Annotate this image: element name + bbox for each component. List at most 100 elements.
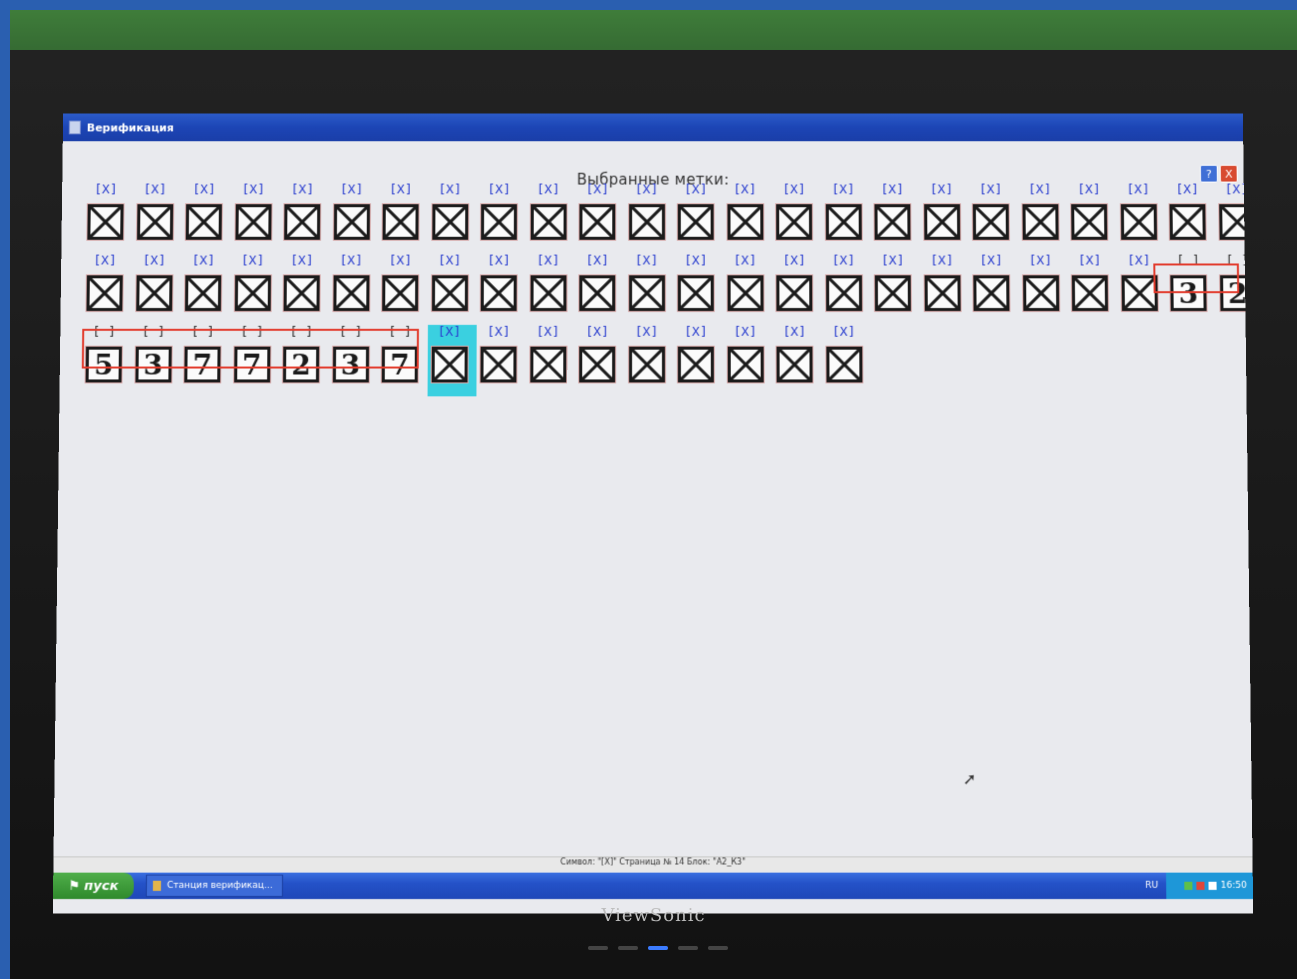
handwritten-digit-box: 7 [183, 345, 222, 384]
mark-tag: [X] [880, 182, 905, 198]
mark-cell[interactable]: [X] [723, 325, 772, 396]
monitor-power-button[interactable] [648, 946, 668, 950]
app-icon [68, 120, 81, 135]
mark-cell[interactable]: [X] [329, 183, 379, 254]
mark-cell[interactable]: [X] [772, 254, 821, 325]
handwritten-digit: 2 [291, 348, 311, 381]
mark-cell[interactable]: [ ] 7 [378, 325, 428, 396]
mark-cell[interactable]: [X] [822, 325, 872, 396]
mark-cell[interactable]: [X] [427, 254, 477, 325]
mark-cell[interactable]: [X] [1067, 183, 1117, 254]
mark-cell[interactable]: [X] [871, 254, 921, 325]
mark-cell[interactable]: [ ] 7 [180, 325, 230, 396]
mark-cell[interactable]: [ ] 2 [279, 325, 329, 396]
mark-cell[interactable]: [X] [280, 183, 330, 254]
crossed-checkbox-icon [86, 203, 125, 241]
mark-cell[interactable]: [X] [920, 254, 970, 325]
mark-cell[interactable]: [X] [625, 254, 674, 325]
handwritten-digit-box: 3 [133, 345, 173, 384]
mark-tag: [X] [143, 182, 167, 198]
mark-cell[interactable]: [X] [181, 254, 231, 325]
crossed-checkbox-icon [1070, 203, 1109, 241]
volume-icon[interactable] [1208, 881, 1217, 890]
mark-cell[interactable]: [X] [182, 183, 232, 254]
mark-cell[interactable]: [X] [1018, 183, 1068, 254]
mark-cell[interactable]: [ ] 3 [1166, 254, 1216, 325]
mark-cell[interactable]: [X] [231, 183, 281, 254]
mark-cell[interactable]: [X] [723, 183, 772, 254]
mark-cell[interactable]: [X] [575, 254, 624, 325]
monitor-button[interactable] [678, 946, 698, 950]
mark-cell[interactable]: [X] [280, 254, 330, 325]
mark-cell[interactable]: [X] [575, 183, 624, 254]
mark-cell[interactable]: [X] [674, 325, 723, 396]
mark-cell[interactable]: [X] [625, 183, 674, 254]
mark-cell[interactable]: [X] [625, 325, 674, 396]
mark-cell[interactable]: [X] [526, 254, 575, 325]
mark-tag: [X] [437, 253, 462, 269]
mark-cell[interactable]: [X] [674, 254, 723, 325]
mark-tag: [ ] [141, 324, 166, 340]
mark-tag: [X] [191, 253, 216, 269]
mark-cell[interactable]: [ ] 5 [81, 325, 131, 396]
language-indicator[interactable]: RU [1145, 881, 1158, 891]
mark-cell[interactable]: [X] [920, 183, 970, 254]
monitor-button[interactable] [618, 946, 638, 950]
mark-cell[interactable]: [X] [575, 325, 624, 396]
crossed-checkbox-icon [775, 345, 814, 384]
mark-cell[interactable]: [X] [132, 183, 182, 254]
mark-tag: [X] [733, 182, 757, 198]
crossed-checkbox-icon [331, 274, 370, 312]
window-titlebar[interactable]: Верификация [62, 113, 1244, 142]
mark-cell[interactable]: [X] [82, 254, 132, 325]
mark-cell[interactable]: [X] [1116, 183, 1166, 254]
crossed-checkbox-icon [824, 203, 863, 241]
handwritten-digit: 7 [241, 348, 262, 381]
mark-cell[interactable]: [X] [1018, 254, 1068, 325]
mark-cell-selected[interactable]: [X] [427, 324, 477, 397]
windows-logo-icon: ⚑ [68, 878, 81, 894]
mouse-cursor-icon: ➚ [962, 769, 977, 789]
crossed-checkbox-icon [381, 203, 420, 241]
mark-cell[interactable]: [X] [378, 254, 428, 325]
mark-cell[interactable]: [X] [822, 254, 872, 325]
crossed-checkbox-icon [479, 274, 518, 312]
mark-cell[interactable]: [X] [526, 325, 575, 396]
mark-cell[interactable]: [ ] 7 [230, 325, 280, 396]
mark-cell[interactable]: [X] [1068, 254, 1118, 325]
mark-cell[interactable]: [X] [230, 254, 280, 325]
mark-cell[interactable]: [X] [428, 183, 477, 254]
mark-cell[interactable]: [X] [477, 254, 526, 325]
security-icon[interactable] [1196, 881, 1205, 890]
mark-cell[interactable]: [X] [821, 183, 870, 254]
mark-cell[interactable]: [X] [969, 183, 1019, 254]
mark-cell[interactable]: [X] [329, 254, 379, 325]
mark-cell[interactable]: [X] [674, 183, 723, 254]
monitor-screen: Верификация ? X Выбранные метки: [X] [X][… [52, 113, 1254, 914]
monitor-button[interactable] [708, 946, 728, 950]
mark-cell[interactable]: [X] [132, 254, 182, 325]
mark-tag: [X] [389, 182, 413, 198]
mark-cell[interactable]: [X] [772, 183, 821, 254]
mark-cell[interactable]: [X] [476, 325, 526, 396]
mark-cell[interactable]: [X] [379, 183, 429, 254]
mark-cell[interactable]: [X] [526, 183, 575, 254]
mark-cell[interactable]: [ ] 3 [328, 325, 378, 396]
mark-cell[interactable]: [X] [773, 325, 823, 396]
monitor-button[interactable] [588, 946, 608, 950]
mark-cell[interactable]: [ ] 3 [131, 325, 181, 396]
crossed-checkbox-icon [676, 274, 715, 312]
mark-cell[interactable]: [X] [477, 183, 526, 254]
mark-cell[interactable]: [X] [83, 183, 133, 254]
mark-cell[interactable]: [X] [723, 254, 772, 325]
mark-cell[interactable]: [X] [870, 183, 920, 254]
mark-tag: [X] [240, 253, 265, 269]
handwritten-digit: 5 [93, 348, 114, 381]
mark-tag: [X] [339, 253, 363, 269]
start-button[interactable]: ⚑ пуск [52, 872, 134, 900]
mark-cell[interactable]: [X] [1117, 254, 1167, 325]
network-icon[interactable] [1184, 881, 1193, 890]
taskbar-item-verification[interactable]: Станция верификац... [145, 874, 284, 898]
mark-cell[interactable]: [X] [1165, 183, 1215, 254]
mark-cell[interactable]: [X] [969, 254, 1019, 325]
